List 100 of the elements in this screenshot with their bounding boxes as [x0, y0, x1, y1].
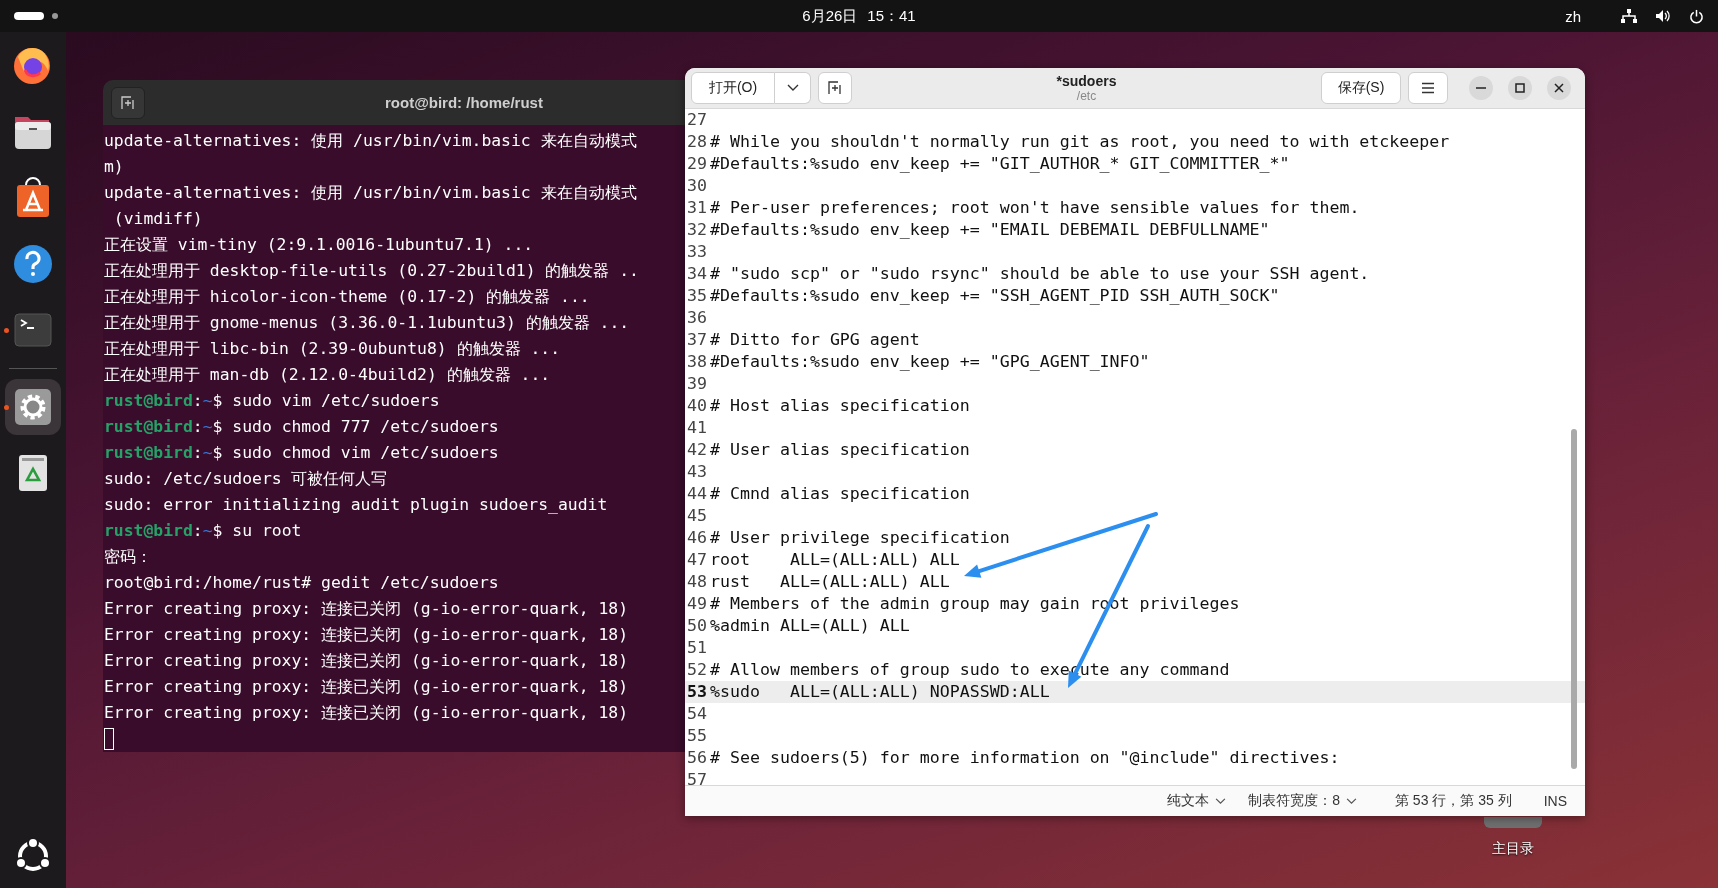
- activities-indicator[interactable]: [14, 12, 44, 20]
- line-number: 41: [687, 417, 707, 439]
- line-number: 44: [687, 483, 707, 505]
- menu-icon: [1421, 82, 1435, 94]
- maximize-icon: [1515, 83, 1525, 93]
- caret-icon: [1345, 797, 1357, 805]
- code-line: #Defaults:%sudo env_keep += "GIT_AUTHOR_* GIT_COMMITTER_*": [710, 153, 1290, 175]
- window-title: root@bird: /home/rust: [385, 94, 543, 111]
- line-number: 39: [687, 373, 707, 395]
- terminal-output: sudo: error initializing audit plugin sudoers_audit: [104, 494, 608, 516]
- line-number: 37: [687, 329, 707, 351]
- open-menu-button[interactable]: [775, 72, 811, 104]
- line-number: 42: [687, 439, 707, 461]
- line-number: 38: [687, 351, 707, 373]
- line-number: 33: [687, 241, 707, 263]
- workspace-dot[interactable]: [52, 13, 58, 19]
- code-line: # User alias specification: [710, 439, 970, 461]
- terminal-output: (vimdiff): [112, 208, 203, 230]
- volume-icon[interactable]: [1655, 9, 1671, 23]
- terminal-command: $ su root: [212, 520, 302, 542]
- scrollbar[interactable]: [1571, 429, 1577, 769]
- minimize-button[interactable]: [1469, 76, 1493, 100]
- line-number: 47: [687, 549, 707, 571]
- line-number: 32: [687, 219, 707, 241]
- language-selector[interactable]: 纯文本: [1167, 792, 1227, 810]
- terminal-command: $ sudo chmod vim /etc/sudoers: [212, 442, 499, 464]
- tab-width-selector[interactable]: 制表符宽度：8: [1248, 792, 1357, 810]
- input-method-indicator[interactable]: zh: [1565, 7, 1581, 25]
- desktop-icon-label[interactable]: 主目录: [1492, 840, 1534, 858]
- clock[interactable]: 6月26日 15：41: [802, 6, 916, 26]
- code-line: rust ALL=(ALL:ALL) ALL: [710, 571, 950, 593]
- window-title: *sudoers: [1056, 73, 1117, 89]
- line-number: 53: [687, 681, 707, 703]
- terminal-output: update-alternatives: 使用 /usr/bin/vim.basic 来在自动模式: [104, 130, 637, 152]
- code-line: # User privilege specification: [710, 527, 1010, 549]
- prompt-separator: :: [192, 390, 203, 412]
- terminal-output: 正在处理用于 desktop-file-utils (0.27-2build1) 的触发器 ..: [104, 260, 639, 282]
- terminal-output: update-alternatives: 使用 /usr/bin/vim.basic 来在自动模式: [104, 182, 637, 204]
- prompt-path: ~: [202, 442, 213, 464]
- terminal-output: 正在设置 vim-tiny (2:9.1.0016-1ubuntu7.1) ...: [104, 234, 534, 256]
- maximize-button[interactable]: [1508, 76, 1532, 100]
- terminal-output: 正在处理用于 man-db (2.12.0-4build2) 的触发器 ...: [104, 364, 551, 386]
- code-line: # While you shouldn't normally run git as root, you need to with etckeeper: [710, 131, 1450, 153]
- network-icon[interactable]: [1621, 9, 1637, 23]
- line-number: 35: [687, 285, 707, 307]
- line-number: 28: [687, 131, 707, 153]
- line-number: 40: [687, 395, 707, 417]
- code-line: # Per-user preferences; root won't have sensible values for them.: [710, 197, 1360, 219]
- line-number: 43: [687, 461, 707, 483]
- new-tab-icon: [828, 81, 842, 95]
- line-number: 51: [687, 637, 707, 659]
- line-number: 54: [687, 703, 707, 725]
- code-line: #Defaults:%sudo env_keep += "EMAIL DEBEMAIL DEBFULLNAME": [710, 219, 1270, 241]
- line-number: 52: [687, 659, 707, 681]
- terminal-output: 正在处理用于 gnome-menus (3.36.0-1.1ubuntu3) 的触发器 ...: [104, 312, 630, 334]
- menu-button[interactable]: [1408, 72, 1448, 104]
- terminal-output: 密码：: [104, 546, 152, 568]
- line-number: 27: [687, 109, 707, 131]
- new-tab-icon: [121, 95, 135, 110]
- line-number: 49: [687, 593, 707, 615]
- close-button[interactable]: [1547, 76, 1571, 100]
- code-line: # Ditto for GPG agent: [710, 329, 920, 351]
- caret-icon: [786, 84, 799, 92]
- terminal-output: sudo: /etc/sudoers 可被任何人写: [104, 468, 388, 490]
- terminal-output: root@bird:/home/rust# gedit /etc/sudoers: [104, 572, 499, 594]
- line-number: 55: [687, 725, 707, 747]
- terminal-command: $ sudo vim /etc/sudoers: [212, 390, 440, 412]
- terminal-output: m): [104, 156, 124, 178]
- prompt-separator: :: [192, 442, 203, 464]
- line-number: 48: [687, 571, 707, 593]
- code-line: #Defaults:%sudo env_keep += "SSH_AGENT_PID SSH_AUTH_SOCK": [710, 285, 1280, 307]
- code-line: %admin ALL=(ALL) ALL: [710, 615, 910, 637]
- line-number: 46: [687, 527, 707, 549]
- code-line: # See sudoers(5) for more information on "@include" directives:: [710, 747, 1340, 769]
- minimize-icon: [1476, 87, 1486, 89]
- prompt-user: rust@bird: [104, 520, 193, 542]
- code-line: root ALL=(ALL:ALL) ALL: [710, 549, 960, 571]
- save-button[interactable]: 保存(S): [1321, 72, 1401, 104]
- power-icon[interactable]: [1689, 8, 1704, 24]
- code-line: #Defaults:%sudo env_keep += "GPG_AGENT_INFO": [710, 351, 1150, 373]
- terminal-output: 正在处理用于 libc-bin (2.39-0ubuntu8) 的触发器 ...: [104, 338, 561, 360]
- code-line: # Host alias specification: [710, 395, 970, 417]
- line-number: 36: [687, 307, 707, 329]
- caret-icon: [1215, 797, 1227, 805]
- terminal-output: Error creating proxy: 连接已关闭 (g-io-error-quark, 18): [104, 650, 629, 672]
- prompt-path: ~: [202, 416, 213, 438]
- line-number: 50: [687, 615, 707, 637]
- insert-mode-indicator: INS: [1543, 793, 1567, 809]
- terminal-output: 正在处理用于 hicolor-icon-theme (0.17-2) 的触发器 ...: [104, 286, 590, 308]
- open-button[interactable]: 打开(O): [691, 72, 775, 104]
- line-number: 45: [687, 505, 707, 527]
- new-tab-button[interactable]: [111, 86, 145, 119]
- prompt-separator: :: [192, 520, 203, 542]
- line-number: 34: [687, 263, 707, 285]
- terminal-command: $ sudo chmod 777 /etc/sudoers: [212, 416, 499, 438]
- terminal-output: Error creating proxy: 连接已关闭 (g-io-error-quark, 18): [104, 624, 629, 646]
- line-number: 56: [687, 747, 707, 769]
- prompt-user: rust@bird: [104, 390, 193, 412]
- code-line: %sudo ALL=(ALL:ALL) NOPASSWD:ALL: [710, 681, 1050, 703]
- cursor-position[interactable]: 第 53 行，第 35 列: [1394, 792, 1512, 810]
